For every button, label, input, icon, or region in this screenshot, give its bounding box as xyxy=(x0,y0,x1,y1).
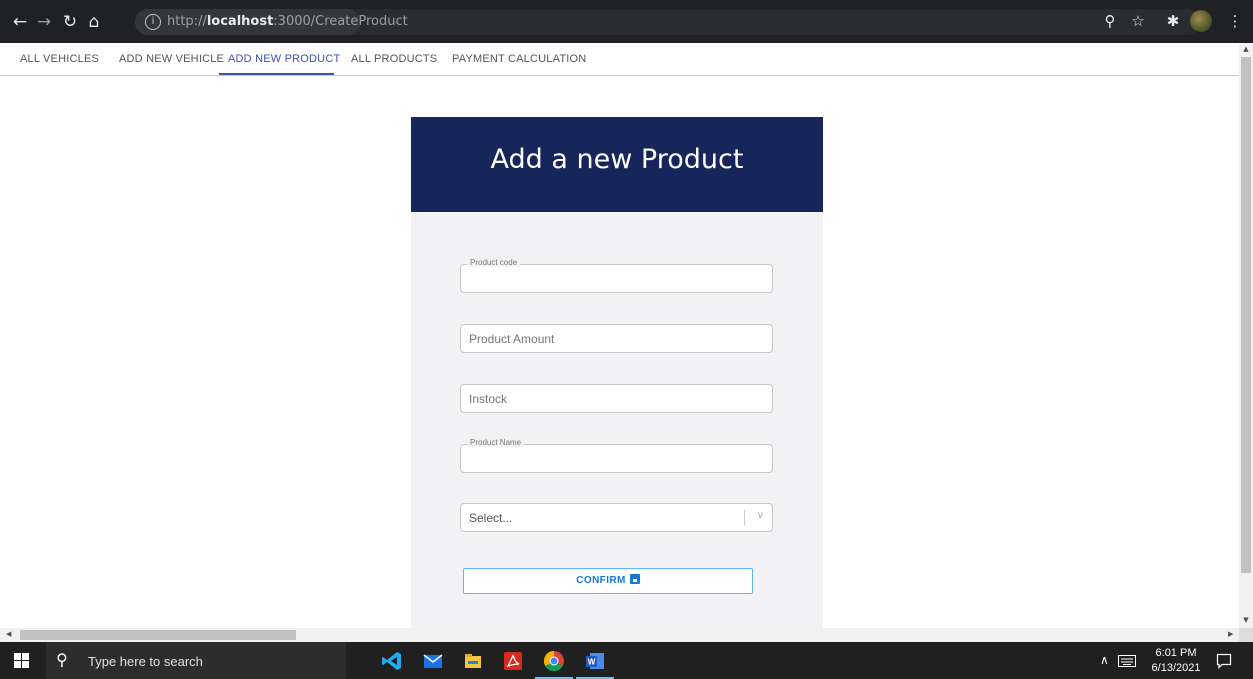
extensions-icon[interactable]: ✱ xyxy=(1163,11,1183,31)
product-form-card: Add a new Product Product code Product A… xyxy=(411,117,823,628)
taskbar: ⚲ Type here to search W ∧ 6:01 PM 6/13/2… xyxy=(0,642,1253,679)
form-title: Add a new Product xyxy=(490,144,744,175)
word-icon[interactable]: W xyxy=(584,650,606,672)
browser-toolbar: ← → ↻ ⌂ i http://localhost:3000/CreatePr… xyxy=(0,0,1253,43)
vertical-scroll-thumb[interactable] xyxy=(1241,57,1251,573)
url-text[interactable]: http://localhost:3000/CreateProduct xyxy=(167,14,408,29)
keyboard-icon[interactable] xyxy=(1118,655,1136,667)
home-icon[interactable]: ⌂ xyxy=(84,12,104,32)
instock-field[interactable]: Instock xyxy=(460,384,773,413)
product-amount-placeholder: Product Amount xyxy=(469,332,555,346)
confirm-label: CONFIRM xyxy=(576,575,626,586)
product-name-field[interactable]: Product Name xyxy=(460,438,773,473)
active-tab-indicator xyxy=(219,73,334,75)
taskbar-search-placeholder: Type here to search xyxy=(88,654,203,669)
chevron-down-icon[interactable]: ∨ xyxy=(757,510,764,521)
tab-add-new-product[interactable]: ADD NEW PRODUCT xyxy=(228,43,340,75)
file-explorer-icon[interactable] xyxy=(462,650,484,672)
address-bar[interactable]: i http://localhost:3000/CreateProduct xyxy=(135,9,1200,35)
mail-icon[interactable] xyxy=(422,650,444,672)
notification-icon[interactable] xyxy=(1216,653,1232,669)
menu-dots-icon[interactable]: ⋮ xyxy=(1225,11,1245,31)
tab-payment-calculation[interactable]: PAYMENT CALCULATION xyxy=(452,43,586,75)
clock-date: 6/13/2021 xyxy=(1151,662,1201,674)
category-select[interactable]: Select... ∨ xyxy=(460,503,773,532)
confirm-button[interactable]: CONFIRM xyxy=(463,568,753,594)
product-code-field[interactable]: Product code xyxy=(460,258,773,293)
vscode-icon[interactable] xyxy=(381,650,403,672)
tab-add-new-vehicle[interactable]: ADD NEW VEHICLE xyxy=(119,43,224,75)
acrobat-icon[interactable] xyxy=(502,650,524,672)
clock-time: 6:01 PM xyxy=(1155,647,1197,659)
url-prefix: http:// xyxy=(167,14,207,29)
select-placeholder: Select... xyxy=(469,511,513,525)
scrollbar-corner xyxy=(1239,628,1253,642)
reload-icon[interactable]: ↻ xyxy=(60,12,80,32)
chrome-icon[interactable] xyxy=(543,650,565,672)
windows-icon[interactable] xyxy=(14,653,30,669)
chevron-up-icon[interactable]: ∧ xyxy=(1100,653,1109,667)
form-header: Add a new Product xyxy=(411,117,823,212)
search-icon: ⚲ xyxy=(56,650,68,669)
horizontal-scrollbar[interactable]: ◀ ▶ xyxy=(0,628,1239,642)
scroll-left-icon[interactable]: ◀ xyxy=(6,630,11,638)
url-host: localhost xyxy=(206,14,274,29)
svg-text:W: W xyxy=(588,658,596,667)
select-separator xyxy=(744,510,745,526)
product-name-label: Product Name xyxy=(467,438,525,447)
zoom-icon[interactable]: ⚲ xyxy=(1100,11,1120,31)
back-arrow-icon[interactable]: ← xyxy=(10,12,30,32)
tab-all-vehicles[interactable]: ALL VEHICLES xyxy=(20,43,99,75)
app-nav-bar: ALL VEHICLES ADD NEW VEHICLE ADD NEW PRO… xyxy=(0,43,1239,76)
url-rest: :3000/CreateProduct xyxy=(273,14,408,29)
scroll-down-icon[interactable]: ▼ xyxy=(1242,616,1250,624)
instock-placeholder: Instock xyxy=(469,392,508,406)
tab-all-products[interactable]: ALL PRODUCTS xyxy=(351,43,437,75)
product-amount-field[interactable]: Product Amount xyxy=(460,324,773,353)
address-bar-pill: i http://localhost:3000/CreateProduct xyxy=(135,9,408,35)
info-icon[interactable]: i xyxy=(145,14,161,30)
product-code-label: Product code xyxy=(467,258,521,267)
horizontal-scroll-thumb[interactable] xyxy=(20,630,296,640)
scroll-right-icon[interactable]: ▶ xyxy=(1228,630,1233,638)
star-icon[interactable]: ☆ xyxy=(1128,11,1148,31)
vertical-scrollbar[interactable]: ▲ ▼ xyxy=(1239,43,1253,628)
forward-arrow-icon[interactable]: → xyxy=(34,12,54,32)
profile-avatar[interactable] xyxy=(1190,10,1212,32)
taskbar-clock[interactable]: 6:01 PM 6/13/2021 xyxy=(1148,646,1204,676)
taskbar-search[interactable]: ⚲ Type here to search xyxy=(46,642,346,679)
scroll-up-icon[interactable]: ▲ xyxy=(1242,45,1250,53)
save-icon xyxy=(629,574,640,584)
